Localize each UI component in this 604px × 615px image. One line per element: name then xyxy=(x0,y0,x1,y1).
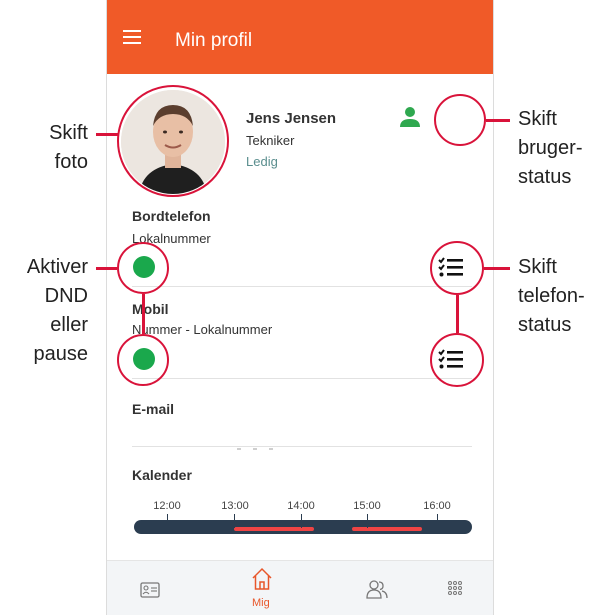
callout-line xyxy=(96,133,118,136)
callout-line xyxy=(456,295,459,333)
calendar-tick-label: 14:00 xyxy=(287,500,315,512)
callout-text-line: eller xyxy=(50,314,88,336)
profile-role: Tekniker xyxy=(246,133,295,148)
callout-text-line: foto xyxy=(54,151,88,173)
user-status-highlight-ring xyxy=(434,94,486,146)
calendar-tick xyxy=(301,514,302,528)
callout-text-line: DND xyxy=(44,285,88,307)
callout-text-line: Skift xyxy=(518,256,557,278)
app-bar: Min profil xyxy=(107,0,493,74)
callout-text-line: Skift xyxy=(49,122,88,144)
contacts-icon[interactable] xyxy=(366,579,388,599)
calendar-busy-block xyxy=(352,527,422,531)
mobile-phone-number: Nummer - Lokalnummer xyxy=(132,322,273,337)
calendar-tick-label: 16:00 xyxy=(423,500,451,512)
callout-line xyxy=(96,267,117,270)
email-value-placeholder xyxy=(237,437,297,450)
apps-grid-icon[interactable] xyxy=(448,581,462,595)
hamburger-menu-icon[interactable] xyxy=(123,30,141,44)
calendar-tick-label: 15:00 xyxy=(353,500,381,512)
callout-text-line: pause xyxy=(33,343,89,365)
divider xyxy=(132,378,472,379)
mobile-phone-title: Mobil xyxy=(132,301,169,317)
home-icon[interactable] xyxy=(251,567,273,591)
page-title: Min profil xyxy=(175,30,253,51)
phone-status-highlight-ring xyxy=(430,333,484,387)
calendar-tick xyxy=(167,514,168,528)
email-title: E-mail xyxy=(132,401,175,417)
calendar-title: Kalender xyxy=(132,467,192,483)
contact-card-icon[interactable] xyxy=(140,582,160,598)
callout-line xyxy=(486,119,510,122)
calendar-tick xyxy=(367,514,368,528)
profile-name: Jens Jensen xyxy=(246,110,337,127)
calendar-busy-block xyxy=(234,527,314,531)
callout-text-line: telefon- xyxy=(518,285,585,307)
callout-text-line: status xyxy=(518,314,572,336)
dnd-highlight-ring xyxy=(117,242,169,294)
callout-text-line: Aktiver xyxy=(26,256,88,278)
callout-text-line: status xyxy=(518,166,572,188)
callout-change-phone-status: Skift telefon- status xyxy=(518,253,585,340)
dnd-highlight-ring xyxy=(117,334,169,386)
calendar-tick xyxy=(234,514,235,528)
callout-line xyxy=(142,294,145,334)
calendar-tick xyxy=(437,514,438,528)
divider xyxy=(132,446,472,447)
calendar-tick-label: 13:00 xyxy=(221,500,249,512)
phone-status-highlight-ring xyxy=(430,241,484,295)
profile-status: Ledig xyxy=(246,154,278,169)
callout-change-photo: Skift foto xyxy=(38,119,88,177)
nav-label-home[interactable]: Mig xyxy=(252,597,270,609)
user-status-icon[interactable] xyxy=(399,106,421,128)
desk-phone-title: Bordtelefon xyxy=(132,208,211,224)
calendar-tick-label: 12:00 xyxy=(153,500,181,512)
callout-line xyxy=(484,267,510,270)
callout-text-line: bruger- xyxy=(518,137,583,159)
callout-text-line: Skift xyxy=(518,108,557,130)
callout-enable-dnd: Aktiver DND eller pause xyxy=(10,253,88,369)
callout-change-user-status: Skift bruger- status xyxy=(518,105,582,192)
divider xyxy=(132,286,472,287)
bottom-navigation: Mig xyxy=(107,560,493,615)
photo-highlight-ring xyxy=(117,85,229,197)
